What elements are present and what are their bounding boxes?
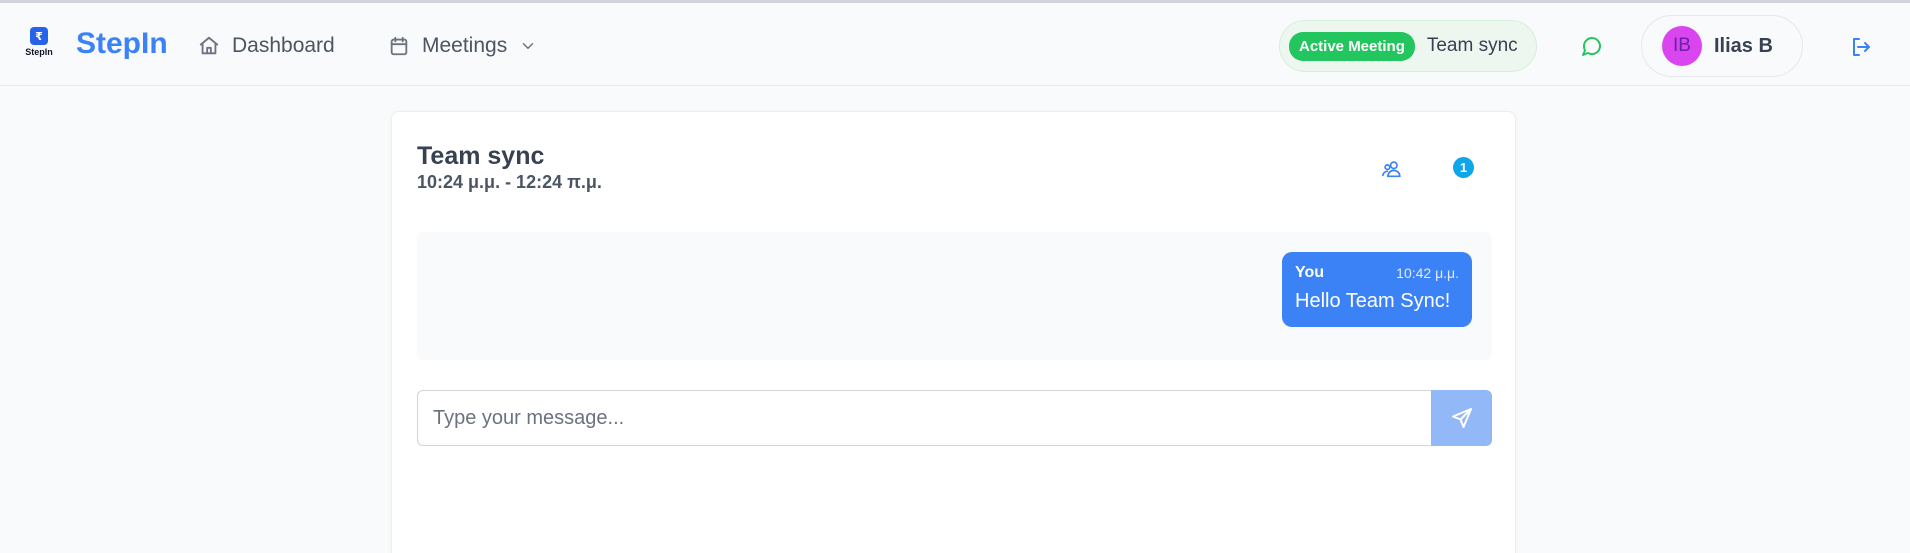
- send-button[interactable]: [1431, 390, 1492, 446]
- meeting-time-range: 10:24 μ.μ. - 12:24 π.μ.: [417, 172, 602, 192]
- logo-mark-icon: ₹: [30, 27, 48, 45]
- users-icon: [1382, 161, 1401, 178]
- nav-meetings-label: Meetings: [422, 34, 508, 57]
- nav-dashboard[interactable]: Dashboard: [198, 31, 335, 61]
- nav-meetings-dropdown[interactable]: Meetings: [388, 31, 537, 61]
- message-text: Hello Team Sync!: [1295, 290, 1451, 312]
- active-meeting-name: Team sync: [1426, 35, 1518, 56]
- home-icon: [199, 36, 219, 55]
- app-logo[interactable]: ₹ StepIn: [20, 27, 58, 61]
- participant-count-badge[interactable]: 1: [1453, 157, 1474, 178]
- brand-name[interactable]: StepIn: [76, 27, 168, 61]
- top-navbar: ₹ StepIn StepIn Dashboard Meetings Activ…: [0, 3, 1910, 86]
- user-menu[interactable]: IB Ilias B: [1641, 15, 1803, 77]
- messages-list[interactable]: You 10:42 μ.μ. Hello Team Sync!: [417, 232, 1492, 360]
- active-meeting-indicator[interactable]: Active Meeting Team sync: [1279, 20, 1537, 72]
- message-composer: [417, 390, 1492, 446]
- logout-button[interactable]: [1848, 34, 1874, 60]
- meeting-title: Team sync: [417, 142, 545, 170]
- send-icon: [1451, 408, 1472, 428]
- user-name: Ilias B: [1714, 34, 1773, 57]
- message-time: 10:42 μ.μ.: [1396, 265, 1459, 281]
- meeting-chat-card: Team sync 10:24 μ.μ. - 12:24 π.μ. 1 You …: [391, 111, 1516, 553]
- participants-button[interactable]: [1379, 156, 1405, 182]
- avatar: IB: [1662, 26, 1702, 66]
- chat-icon: [1582, 37, 1601, 56]
- calendar-icon: [390, 36, 408, 56]
- message-sender: You: [1295, 264, 1325, 281]
- active-meeting-badge: Active Meeting: [1289, 31, 1415, 61]
- chevron-down-icon: [522, 43, 534, 49]
- message-input[interactable]: [417, 390, 1431, 446]
- logout-icon: [1853, 38, 1870, 56]
- logo-text: StepIn: [25, 47, 53, 57]
- nav-dashboard-label: Dashboard: [232, 34, 335, 57]
- message-bubble: You 10:42 μ.μ. Hello Team Sync!: [1282, 252, 1472, 327]
- chat-button[interactable]: [1578, 32, 1606, 60]
